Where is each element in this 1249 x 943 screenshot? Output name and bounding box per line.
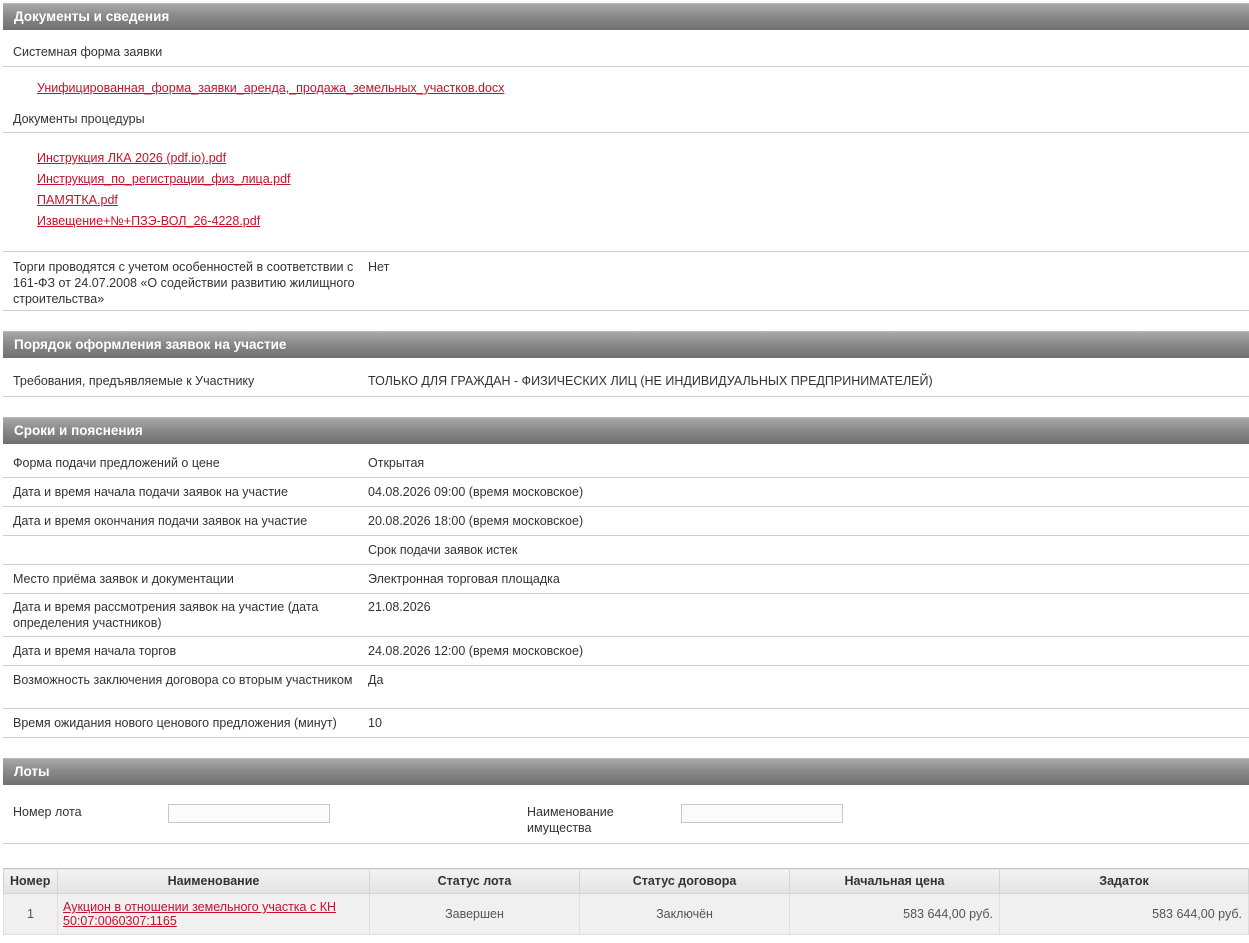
start-price: 583 644,00 руб.: [789, 893, 1000, 935]
terms-row: Время ожидания нового ценового предложен…: [3, 709, 1249, 738]
system-form-label: Системная форма заявки: [3, 30, 1249, 67]
fz161-value: Нет: [368, 260, 390, 274]
lots-filter: Номер лота Наименование имущества: [3, 785, 1249, 844]
terms-row-value: 21.08.2026: [368, 600, 431, 614]
terms-row-label: Дата и время окончания подачи заявок на …: [13, 514, 308, 528]
col-contract-status[interactable]: Статус договора: [579, 868, 790, 894]
terms-row-value: Электронная торговая площадка: [368, 572, 560, 586]
procedure-file-link[interactable]: Инструкция ЛКА 2026 (pdf.io).pdf: [37, 148, 1249, 169]
system-form-block: Унифицированная_форма_заявки_аренда,_про…: [3, 67, 1249, 110]
lot-number-filter-input[interactable]: [168, 804, 330, 823]
terms-row-value: Да: [368, 673, 384, 687]
terms-row: Дата и время начала торгов 24.08.2026 12…: [3, 637, 1249, 666]
terms-row: Срок подачи заявок истек: [3, 536, 1249, 565]
contract-status: Заключён: [579, 893, 790, 935]
system-form-file-link[interactable]: Унифицированная_форма_заявки_аренда,_про…: [37, 78, 1249, 99]
requirements-label: Требования, предъявляемые к Участнику: [13, 374, 255, 388]
lot-name-cell: Аукцион в отношении земельного участка с…: [57, 893, 370, 935]
procedure-file-link[interactable]: ПАМЯТКА.pdf: [37, 190, 1249, 211]
terms-row: Дата и время рассмотрения заявок на учас…: [3, 594, 1249, 637]
procedure-file-link[interactable]: Инструкция_по_регистрации_физ_лица.pdf: [37, 169, 1249, 190]
terms-row-label: Время ожидания нового ценового предложен…: [13, 716, 337, 730]
terms-row: Место приёма заявок и документации Элект…: [3, 565, 1249, 594]
lots-table-header: Номер Наименование Статус лота Статус до…: [3, 868, 1249, 894]
lots-section-header: Лоты: [3, 758, 1249, 785]
order-section-header: Порядок оформления заявок на участие: [3, 331, 1249, 358]
terms-row-value: 04.08.2026 09:00 (время московское): [368, 485, 584, 499]
col-lot-status[interactable]: Статус лота: [369, 868, 580, 894]
procedure-file-link[interactable]: Извещение+№+ПЗЭ-ВОЛ_26-4228.pdf: [37, 211, 1249, 232]
terms-row-label: Возможность заключения договора со вторы…: [13, 673, 353, 687]
terms-row-value: 24.08.2026 12:00 (время московское): [368, 644, 584, 658]
col-name[interactable]: Наименование: [57, 868, 370, 894]
terms-row-label: Форма подачи предложений о цене: [13, 456, 220, 470]
documents-section-header: Документы и сведения: [3, 3, 1249, 30]
requirements-value: ТОЛЬКО ДЛЯ ГРАЖДАН - ФИЗИЧЕСКИХ ЛИЦ (НЕ …: [368, 374, 933, 388]
terms-row: Дата и время начала подачи заявок на уча…: [3, 478, 1249, 507]
lot-status: Завершен: [369, 893, 580, 935]
col-deposit[interactable]: Задаток: [999, 868, 1249, 894]
deposit: 583 644,00 руб.: [999, 893, 1249, 935]
terms-row-label: Дата и время рассмотрения заявок на учас…: [13, 600, 319, 630]
property-name-filter-input[interactable]: [681, 804, 843, 823]
lots-table: Номер Наименование Статус лота Статус до…: [3, 868, 1249, 935]
procedure-files-list: Инструкция ЛКА 2026 (pdf.io).pdf Инструк…: [3, 133, 1249, 252]
page-content: Документы и сведения Системная форма зая…: [3, 3, 1249, 844]
terms-row-label: [13, 542, 368, 564]
terms-row-value: 10: [368, 716, 382, 730]
requirements-row: Требования, предъявляемые к Участнику ТО…: [3, 358, 1249, 397]
terms-row: Дата и время окончания подачи заявок на …: [3, 507, 1249, 536]
col-start-price[interactable]: Начальная цена: [789, 868, 1000, 894]
terms-row-value: 20.08.2026 18:00 (время московское): [368, 514, 584, 528]
col-number[interactable]: Номер: [3, 868, 58, 894]
property-name-filter-label: Наименование имущества: [527, 805, 614, 835]
lot-name-link[interactable]: Аукцион в отношении земельного участка с…: [63, 900, 336, 928]
table-row: 1 Аукцион в отношении земельного участка…: [3, 893, 1249, 935]
lot-number-filter-label: Номер лота: [13, 805, 82, 819]
application-deadline-status: Срок подачи заявок истек: [368, 543, 518, 557]
terms-row: Возможность заключения договора со вторы…: [3, 666, 1249, 709]
terms-row-label: Место приёма заявок и документации: [13, 572, 234, 586]
lot-number: 1: [3, 893, 58, 935]
fz161-row: Торги проводятся с учетом особенностей в…: [3, 252, 1249, 311]
terms-row: Форма подачи предложений о цене Открытая: [3, 449, 1249, 478]
terms-row-value: Открытая: [368, 456, 425, 470]
terms-row-label: Дата и время начала подачи заявок на уча…: [13, 485, 288, 499]
terms-section-header: Сроки и пояснения: [3, 417, 1249, 444]
terms-row-label: Дата и время начала торгов: [13, 644, 177, 658]
fz161-label: Торги проводятся с учетом особенностей в…: [13, 260, 355, 306]
procedure-docs-label: Документы процедуры: [3, 110, 1249, 133]
